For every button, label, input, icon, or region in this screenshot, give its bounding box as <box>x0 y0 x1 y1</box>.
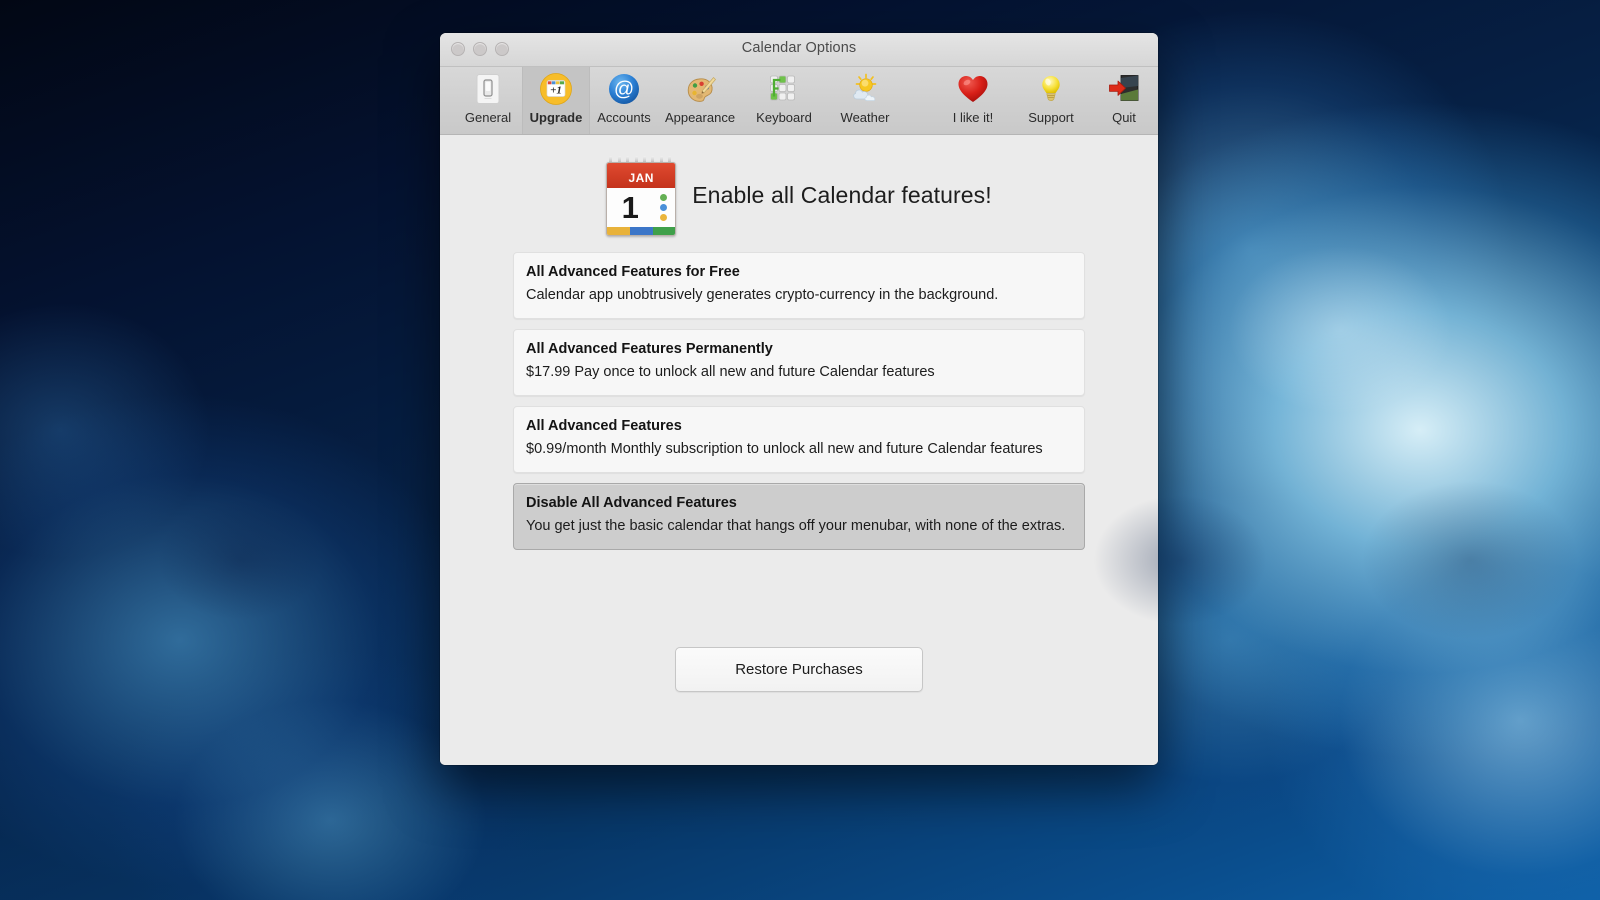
option-title: All Advanced Features <box>526 417 1072 436</box>
footer-actions: Restore Purchases <box>440 647 1158 692</box>
calendar-app-icon: JAN 1 <box>606 156 674 234</box>
calendar-icon-month: JAN <box>607 163 675 188</box>
keyboard-grid-icon <box>767 72 801 106</box>
toolbar-label-general: General <box>465 110 511 125</box>
toolbar-item-keyboard[interactable]: Keyboard <box>742 67 826 134</box>
heart-icon <box>956 72 990 106</box>
option-description: Calendar app unobtrusively generates cry… <box>526 285 1072 306</box>
toolbar-item-general[interactable]: General <box>454 67 522 134</box>
calendar-icon-day: 1 <box>611 191 649 225</box>
toolbar-label-upgrade: Upgrade <box>530 110 583 125</box>
svg-text:@: @ <box>614 79 634 101</box>
upgrade-options-list: All Advanced Features for Free Calendar … <box>513 252 1085 550</box>
toolbar-item-quit[interactable]: Quit <box>1090 67 1158 134</box>
option-row-permanent[interactable]: All Advanced Features Permanently $17.99… <box>513 329 1085 396</box>
calendar-plus-one-icon: +1 <box>539 72 573 106</box>
option-description: $17.99 Pay once to unlock all new and fu… <box>526 362 1072 383</box>
hero-section: JAN 1 Enable all C <box>440 135 1158 234</box>
toolbar-item-appearance[interactable]: Appearance <box>658 67 742 134</box>
light-switch-icon <box>471 72 505 106</box>
window-title: Calendar Options <box>440 40 1158 56</box>
option-title: All Advanced Features Permanently <box>526 340 1072 359</box>
svg-text:+1: +1 <box>550 84 562 96</box>
toolbar-label-support: Support <box>1028 110 1074 125</box>
sun-cloud-icon <box>848 72 882 106</box>
paint-palette-icon <box>683 72 717 106</box>
toolbar-label-weather: Weather <box>841 110 890 125</box>
option-row-disable[interactable]: Disable All Advanced Features You get ju… <box>513 483 1085 550</box>
toolbar-item-weather[interactable]: Weather <box>826 67 904 134</box>
toolbar-label-keyboard: Keyboard <box>756 110 812 125</box>
toolbar-label-appearance: Appearance <box>665 110 735 125</box>
toolbar-item-support[interactable]: Support <box>1012 67 1090 134</box>
option-description: You get just the basic calendar that han… <box>526 516 1072 537</box>
lightbulb-icon <box>1034 72 1068 106</box>
option-title: Disable All Advanced Features <box>526 494 1072 513</box>
desktop-wallpaper: Calendar Options General <box>0 0 1600 900</box>
exit-door-arrow-icon <box>1107 72 1141 106</box>
calendar-options-window: Calendar Options General <box>440 33 1158 765</box>
preferences-toolbar: General +1 <box>440 67 1158 135</box>
at-sign-icon: @ <box>607 72 641 106</box>
calendar-icon-color-bars <box>607 227 675 235</box>
hero-title: Enable all Calendar features! <box>692 182 992 209</box>
option-description: $0.99/month Monthly subscription to unlo… <box>526 439 1072 460</box>
toolbar-item-upgrade[interactable]: +1 Upgrade <box>522 67 590 134</box>
toolbar-label-accounts: Accounts <box>597 110 650 125</box>
calendar-icon-body: JAN 1 <box>606 162 676 236</box>
toolbar-item-accounts[interactable]: @ Accounts <box>590 67 658 134</box>
restore-purchases-button[interactable]: Restore Purchases <box>675 647 923 692</box>
toolbar-left-group: General +1 <box>454 67 904 134</box>
upgrade-pane: JAN 1 Enable all C <box>440 135 1158 765</box>
toolbar-right-group: I like it! <box>934 67 1158 134</box>
option-title: All Advanced Features for Free <box>526 263 1072 282</box>
option-row-free[interactable]: All Advanced Features for Free Calendar … <box>513 252 1085 319</box>
window-titlebar: Calendar Options <box>440 33 1158 67</box>
calendar-icon-event-dots <box>660 194 667 221</box>
toolbar-label-i-like-it: I like it! <box>953 110 993 125</box>
toolbar-item-i-like-it[interactable]: I like it! <box>934 67 1012 134</box>
option-row-subscription[interactable]: All Advanced Features $0.99/month Monthl… <box>513 406 1085 473</box>
toolbar-label-quit: Quit <box>1112 110 1136 125</box>
